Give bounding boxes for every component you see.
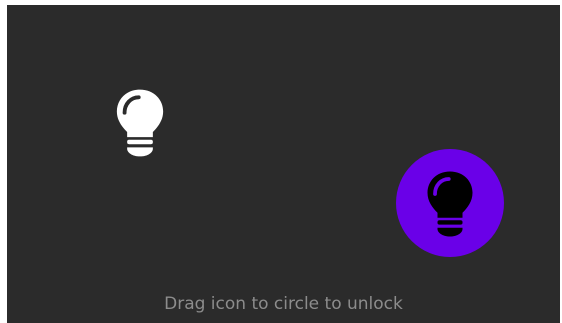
- unlock-target-circle[interactable]: [396, 149, 504, 257]
- draggable-lightbulb-icon[interactable]: [110, 87, 170, 159]
- lightbulb-icon: [116, 89, 164, 157]
- unlock-screen: Drag icon to circle to unlock: [7, 5, 560, 323]
- lightbulb-icon: [427, 171, 473, 237]
- unlock-hint-text: Drag icon to circle to unlock: [164, 294, 403, 314]
- target-lightbulb-icon: [422, 169, 478, 239]
